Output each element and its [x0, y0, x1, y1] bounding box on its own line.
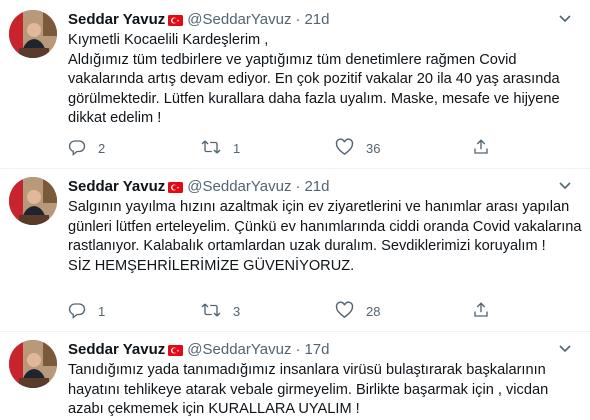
like-count: 36: [366, 140, 381, 156]
user-handle[interactable]: @SeddarYavuz: [187, 11, 291, 28]
chevron-down-icon[interactable]: [554, 340, 576, 358]
separator-dot: ·: [295, 341, 301, 358]
chevron-down-icon[interactable]: [554, 177, 576, 195]
avatar[interactable]: [9, 177, 57, 225]
like-button[interactable]: 36: [335, 137, 381, 159]
like-count: 28: [366, 303, 381, 319]
tweet-header: Seddar Yavuz @SeddarYavuz · 21d: [68, 178, 330, 198]
share-button[interactable]: [472, 138, 500, 158]
display-name[interactable]: Seddar Yavuz: [68, 341, 165, 358]
timestamp[interactable]: 21d: [304, 178, 329, 195]
timestamp[interactable]: 21d: [304, 11, 329, 28]
like-button[interactable]: 28: [335, 300, 381, 322]
reply-icon: [68, 138, 96, 159]
turkey-flag-icon: [168, 13, 184, 31]
reply-button[interactable]: 2: [68, 138, 105, 158]
tweet[interactable]: Seddar Yavuz @SeddarYavuz · 21d Kıymetli Ko…: [0, 0, 590, 170]
share-icon: [472, 301, 500, 322]
user-handle[interactable]: @SeddarYavuz: [187, 341, 291, 358]
tweet[interactable]: Seddar Yavuz @SeddarYavuz · 17d Tanıdığımız…: [0, 330, 590, 419]
separator-dot: ·: [295, 178, 301, 195]
turkey-flag-icon: [168, 180, 184, 198]
reply-count: 1: [98, 303, 106, 319]
share-icon: [472, 138, 500, 159]
display-name[interactable]: Seddar Yavuz: [68, 11, 165, 28]
avatar[interactable]: [9, 10, 57, 58]
avatar[interactable]: [9, 340, 57, 388]
tweet-actions: 2 1 36: [68, 137, 538, 159]
retweet-icon: [201, 138, 231, 159]
tweet-text: Tanıdığımız yada tanımadığımız insanlara…: [68, 362, 553, 417]
reply-count: 2: [98, 140, 106, 156]
heart-icon: [335, 300, 364, 322]
tweet-text: Salgının yayılma hızını azaltmak için ev…: [68, 199, 582, 274]
chevron-down-icon[interactable]: [554, 10, 576, 28]
reply-icon: [68, 301, 96, 322]
turkey-flag-icon: [168, 343, 184, 361]
reply-button[interactable]: 1: [68, 301, 105, 321]
heart-icon: [335, 137, 364, 159]
display-name[interactable]: Seddar Yavuz: [68, 178, 165, 195]
retweet-button[interactable]: 3: [201, 301, 240, 321]
tweet-header: Seddar Yavuz @SeddarYavuz · 17d: [68, 341, 330, 361]
tweet-text: Kıymetli Kocaelili Kardeşlerim , Aldığım…: [68, 32, 560, 126]
separator-dot: ·: [295, 11, 301, 28]
retweet-icon: [201, 301, 231, 322]
user-handle[interactable]: @SeddarYavuz: [187, 178, 291, 195]
retweet-count: 3: [233, 303, 241, 319]
tweet-header: Seddar Yavuz @SeddarYavuz · 21d: [68, 11, 330, 31]
tweet[interactable]: Seddar Yavuz @SeddarYavuz · 21d Salgının ya…: [0, 167, 590, 332]
timestamp[interactable]: 17d: [304, 341, 329, 358]
retweet-count: 1: [233, 140, 241, 156]
share-button[interactable]: [472, 301, 500, 321]
retweet-button[interactable]: 1: [201, 138, 240, 158]
tweet-actions: 1 3 28: [68, 300, 538, 322]
